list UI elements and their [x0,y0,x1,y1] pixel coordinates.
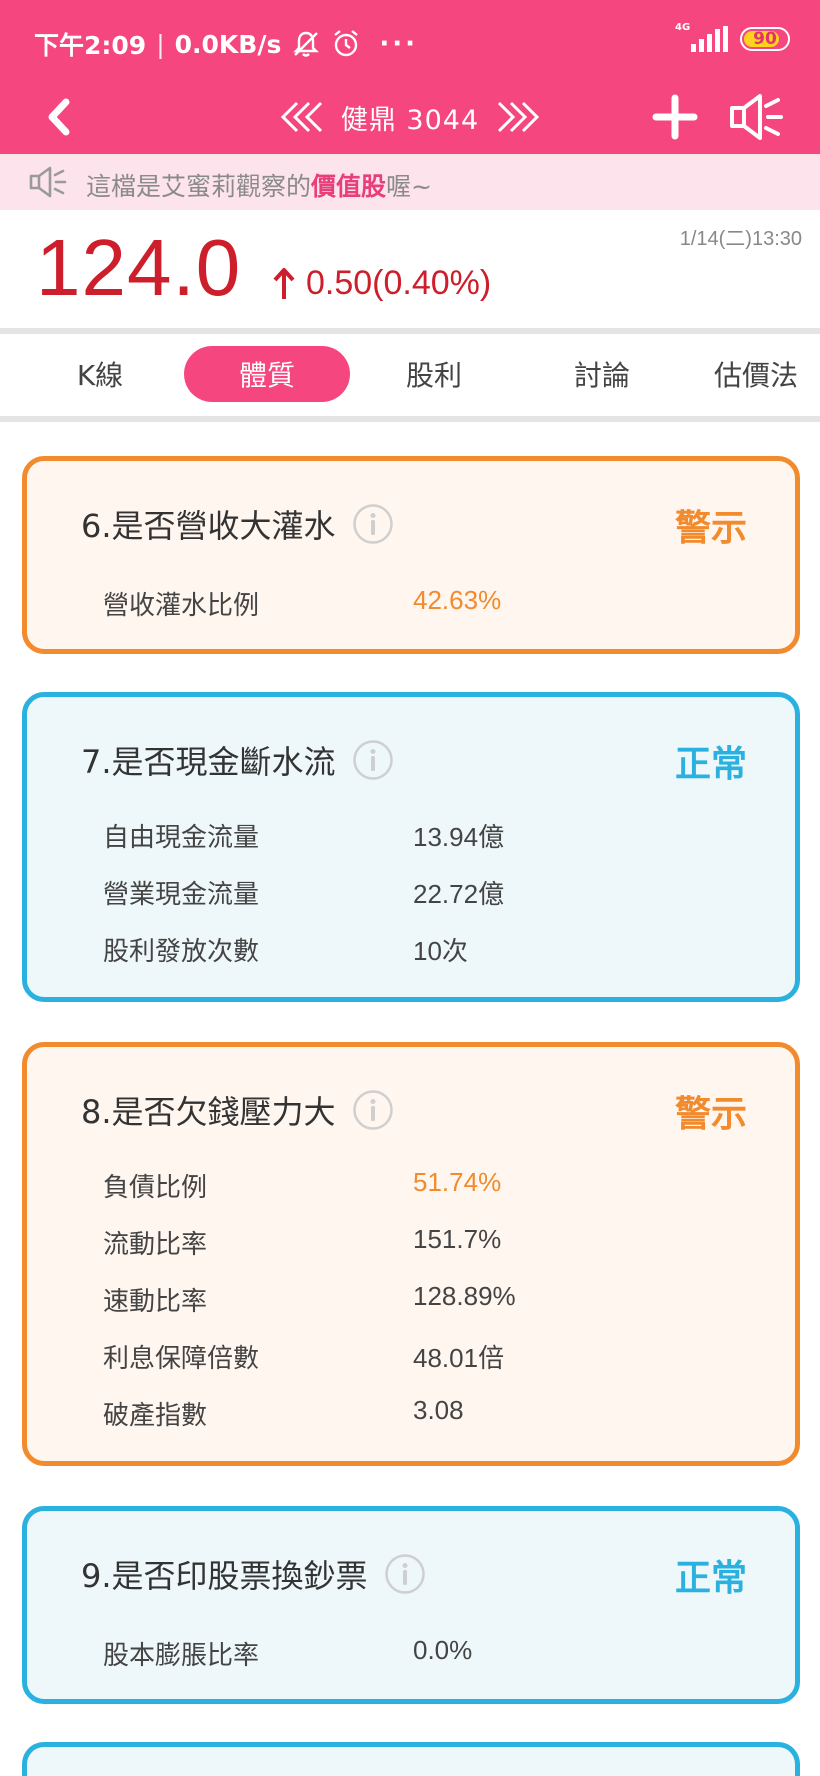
metric-row: 營收灌水比例 42.63% [103,585,753,625]
alarm-clock-icon [334,30,359,57]
card-title-text: 8.是否欠錢壓力大 [81,1093,336,1131]
metric-value: 151.7% [413,1224,502,1254]
metric-value: 48.01倍 [413,1343,505,1373]
card-title: 6.是否營收大灌水 [81,501,394,547]
status-separator: | [156,29,165,59]
info-icon[interactable] [352,503,394,545]
stock-switcher: 健鼎 3044 [270,92,550,142]
card-title-text: 7.是否現金斷水流 [81,743,336,781]
tab-kline[interactable]: K線 [28,346,172,402]
more-dots-icon: ··· [379,29,418,59]
metric-value: 0.0% [413,1635,473,1665]
card-title-text: 6.是否營收大灌水 [81,507,336,545]
check-card-debt: 8.是否欠錢壓力大 警示 負債比例 51.74% 流動比率 151.7% 速動比… [22,1042,800,1466]
tab-discussion[interactable]: 討論 [530,346,674,402]
price-change-value: 0.50(0.40%) [306,264,492,302]
speaker-icon[interactable] [726,90,784,144]
metric-label: 股利發放次數 [103,937,260,967]
current-price: 124.0 [36,223,242,312]
banner-suffix: 喔~ [386,172,432,201]
metric-label: 營收灌水比例 [103,591,260,621]
price-change: 0.50(0.40%) [272,264,491,303]
card-title: 8.是否欠錢壓力大 [81,1087,394,1133]
metric-value: 22.72億 [413,879,505,909]
battery-level: 90 [753,29,777,49]
metric-row: 營業現金流量 22.72億 [103,874,753,914]
metric-value: 128.89% [413,1281,516,1311]
metric-row: 流動比率 151.7% [103,1224,753,1264]
metric-label: 股本膨脹比率 [103,1641,260,1671]
card-title: 7.是否現金斷水流 [81,737,394,783]
card-title-text: 9.是否印股票換鈔票 [81,1557,368,1595]
check-card-cashflow: 7.是否現金斷水流 正常 自由現金流量 13.94億 營業現金流量 22.72億… [22,692,800,1002]
signal-icon: 4G [675,22,728,52]
metric-row: 破產指數 3.08 [103,1395,753,1435]
metric-value: 10次 [413,936,468,966]
metric-label: 利息保障倍數 [103,1344,260,1374]
notice-banner: 這檔是艾蜜莉觀察的價值股喔~ [0,154,820,210]
info-icon[interactable] [352,739,394,781]
tab-dividend[interactable]: 股利 [362,346,506,402]
bell-off-icon [293,31,320,57]
banner-text: 這檔是艾蜜莉觀察的價值股喔~ [86,167,432,203]
info-icon[interactable] [384,1553,426,1595]
double-chevron-right-icon[interactable] [493,99,543,135]
status-left: 下午2:09 | 0.0KB/s ··· [34,26,418,62]
info-icon[interactable] [352,1089,394,1131]
metric-value: 51.74% [413,1167,502,1197]
metric-value: 3.08 [413,1395,464,1425]
up-arrow-icon [273,267,295,299]
metric-row: 股利發放次數 10次 [103,931,753,971]
check-card-revenue: 6.是否營收大灌水 警示 營收灌水比例 42.63% [22,456,800,654]
metric-label: 自由現金流量 [103,823,260,853]
metric-row: 自由現金流量 13.94億 [103,817,753,857]
status-badge: 警示 [674,508,747,549]
metric-label: 負債比例 [103,1173,208,1203]
status-bar: 下午2:09 | 0.0KB/s ··· 4G 90 [0,0,820,82]
divider [0,416,820,422]
status-badge: 正常 [674,1558,747,1599]
stock-name: 健鼎 3044 [340,104,480,136]
status-net-speed: 0.0KB/s [174,29,282,59]
banner-prefix: 這檔是艾蜜莉觀察的 [86,172,312,201]
tab-bar: K線 體質 股利 討論 估價法 [0,334,820,418]
tab-health[interactable]: 體質 [184,346,350,402]
status-time: 下午2:09 [34,31,147,60]
quote-datetime: 1/14(二)13:30 [679,228,802,250]
status-badge: 警示 [674,1094,747,1135]
metric-label: 流動比率 [103,1230,208,1260]
tab-valuation[interactable]: 估價法 [714,346,820,402]
status-badge: 正常 [674,744,747,785]
metric-label: 破產指數 [103,1401,208,1431]
card-title: 9.是否印股票換鈔票 [81,1551,426,1597]
quote-panel: 124.0 0.50(0.40%) 1/14(二)13:30 [0,210,820,328]
battery-icon: 90 [740,27,790,51]
metric-value: 42.63% [413,585,502,615]
back-arrow-icon[interactable] [40,94,80,140]
plus-icon[interactable] [652,94,698,140]
metric-value: 13.94億 [413,822,505,852]
metric-row: 負債比例 51.74% [103,1167,753,1207]
metric-label: 營業現金流量 [103,880,260,910]
metric-label: 速動比率 [103,1287,208,1317]
nav-bar: 健鼎 3044 [0,82,820,154]
speaker-icon [29,166,67,198]
network-type: 4G [675,22,691,33]
metric-row: 股本膨脹比率 0.0% [103,1635,753,1675]
metric-row: 速動比率 128.89% [103,1281,753,1321]
double-chevron-left-icon[interactable] [277,99,327,135]
check-card-next [22,1742,800,1776]
status-right: 4G 90 [675,22,790,52]
banner-highlight: 價值股 [311,172,387,201]
check-card-dilution: 9.是否印股票換鈔票 正常 股本膨脹比率 0.0% [22,1506,800,1704]
metric-row: 利息保障倍數 48.01倍 [103,1338,753,1378]
